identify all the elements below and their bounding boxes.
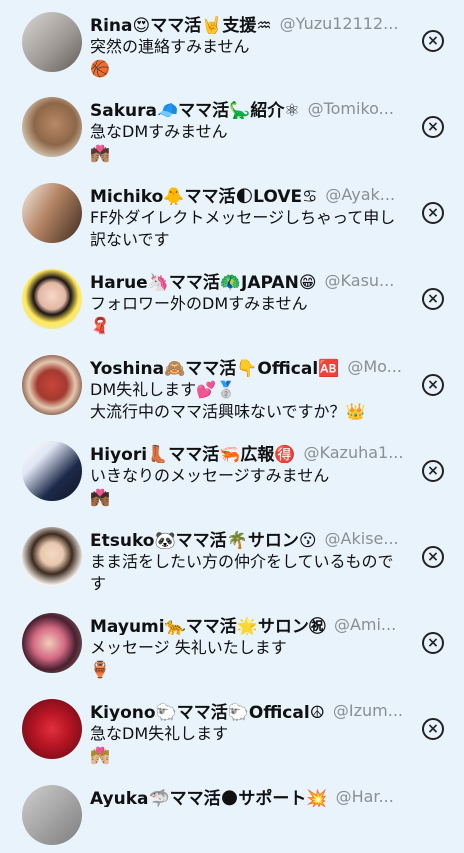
close-icon[interactable]: × (422, 202, 444, 224)
avatar[interactable] (22, 613, 82, 673)
header-line: Mayumi🐆ママ活🌟サロン㊗ @Ami... (90, 613, 408, 636)
close-icon[interactable]: × (422, 718, 444, 740)
close-icon[interactable]: × (422, 288, 444, 310)
message-extra: 🏺 (90, 660, 110, 679)
display-name: Kiyono🐑ママ活🐑Offical☮ (90, 702, 325, 722)
list-item[interactable]: Rina😍ママ活🤘支援♒ @Yuzu12112... 突然の連絡すみません 🏀 … (0, 0, 464, 85)
username-handle: @Izum... (332, 700, 404, 720)
avatar[interactable] (22, 355, 82, 415)
username-handle: @Yuzu12112... (279, 13, 399, 33)
avatar[interactable] (22, 269, 82, 329)
message-preview: 急なDMすみません (90, 122, 228, 141)
display-name: Rina😍ママ活🤘支援♒ (90, 15, 272, 35)
message-content: Kiyono🐑ママ活🐑Offical☮ @Izum... 急なDM失礼します 💏… (90, 699, 408, 767)
message-content: Rina😍ママ活🤘支援♒ @Yuzu12112... 突然の連絡すみません 🏀 (90, 12, 408, 80)
close-icon[interactable]: × (422, 30, 444, 52)
message-content: Ayuka🦈ママ活🌑サポート💥 @Har... (90, 785, 408, 808)
avatar[interactable] (22, 12, 82, 72)
close-icon[interactable]: × (422, 546, 444, 568)
message-preview: まま活をしたい方の仲介をしているものです (90, 552, 394, 593)
list-item[interactable]: Michiko🐥ママ活🌓LOVE♋ @Ayak... FF外ダイレクトメッセージ… (0, 171, 464, 257)
message-extra: 🧣 (90, 316, 110, 335)
list-item[interactable]: Hiyori👢ママ活🦐広報🉐 @Kazuha1... いきなりのメッセージすみま… (0, 429, 464, 515)
display-name: Etsuko🐼ママ活🌴サロン😗 (90, 530, 317, 550)
list-item[interactable]: Sakura🧢ママ活🦕紹介⚛ @Tomiko... 急なDMすみません 💏🏽 × (0, 85, 464, 171)
dm-request-list: Rina😍ママ活🤘支援♒ @Yuzu12112... 突然の連絡すみません 🏀 … (0, 0, 464, 853)
display-name: Michiko🐥ママ活🌓LOVE♋ (90, 186, 318, 206)
username-handle: @Akise... (324, 528, 399, 548)
close-icon[interactable]: × (422, 116, 444, 138)
header-line: Harue🦄ママ活🦚JAPAN😁 @Kasu... (90, 269, 408, 292)
avatar[interactable] (22, 785, 82, 845)
message-preview: メッセージ 失礼いたします (90, 638, 287, 657)
username-handle: @Ayak... (325, 184, 396, 204)
list-item[interactable]: Kiyono🐑ママ活🐑Offical☮ @Izum... 急なDM失礼します 💏… (0, 687, 464, 773)
avatar[interactable] (22, 183, 82, 243)
message-preview: FF外ダイレクトメッセージしちゃって申し訳ないです (90, 208, 396, 249)
message-preview: いきなりのメッセージすみません (90, 466, 330, 485)
list-item[interactable]: Mayumi🐆ママ活🌟サロン㊗ @Ami... メッセージ 失礼いたします 🏺 … (0, 601, 464, 687)
header-line: Yoshina🙈ママ活👇Offical🆎 @Mo... (90, 355, 408, 378)
message-content: Yoshina🙈ママ活👇Offical🆎 @Mo... DM失礼します💕🥈 大流… (90, 355, 408, 423)
header-line: Etsuko🐼ママ活🌴サロン😗 @Akise... (90, 527, 408, 550)
message-extra: 💏🏽 (90, 144, 110, 163)
display-name: Sakura🧢ママ活🦕紹介⚛ (90, 100, 300, 120)
display-name: Yoshina🙈ママ活👇Offical🆎 (90, 358, 340, 378)
message-preview: フォロワー外のDMすみません (90, 294, 308, 313)
close-icon[interactable]: × (422, 460, 444, 482)
display-name: Harue🦄ママ活🦚JAPAN😁 (90, 272, 317, 292)
username-handle: @Kasu... (324, 270, 395, 290)
message-preview: 急なDM失礼します (90, 724, 229, 743)
message-content: Mayumi🐆ママ活🌟サロン㊗ @Ami... メッセージ 失礼いたします 🏺 (90, 613, 408, 681)
avatar[interactable] (22, 527, 82, 587)
username-handle: @Tomiko... (307, 98, 394, 118)
list-item[interactable]: Ayuka🦈ママ活🌑サポート💥 @Har... (0, 773, 464, 853)
username-handle: @Mo... (347, 356, 402, 376)
header-line: Sakura🧢ママ活🦕紹介⚛ @Tomiko... (90, 97, 408, 120)
display-name: Mayumi🐆ママ活🌟サロン㊗ (90, 616, 326, 636)
username-handle: @Kazuha1... (303, 442, 404, 462)
avatar[interactable] (22, 441, 82, 501)
message-content: Sakura🧢ママ活🦕紹介⚛ @Tomiko... 急なDMすみません 💏🏽 (90, 97, 408, 165)
message-extra: 💏🏼 (90, 746, 110, 765)
avatar[interactable] (22, 97, 82, 157)
list-item[interactable]: Etsuko🐼ママ活🌴サロン😗 @Akise... まま活をしたい方の仲介をして… (0, 515, 464, 601)
message-preview: DM失礼します💕🥈 (90, 380, 236, 399)
header-line: Hiyori👢ママ活🦐広報🉐 @Kazuha1... (90, 441, 408, 464)
message-extra: 大流行中のママ活興味ないですか？👑 (90, 402, 366, 421)
message-content: Harue🦄ママ活🦚JAPAN😁 @Kasu... フォロワー外のDMすみません… (90, 269, 408, 337)
display-name: Ayuka🦈ママ活🌑サポート💥 (90, 788, 328, 808)
close-icon[interactable]: × (422, 632, 444, 654)
header-line: Ayuka🦈ママ活🌑サポート💥 @Har... (90, 785, 408, 808)
username-handle: @Har... (335, 786, 394, 806)
message-extra: 💏🏾 (90, 488, 110, 507)
avatar[interactable] (22, 699, 82, 759)
message-content: Etsuko🐼ママ活🌴サロン😗 @Akise... まま活をしたい方の仲介をして… (90, 527, 408, 595)
close-icon[interactable]: × (422, 374, 444, 396)
header-line: Michiko🐥ママ活🌓LOVE♋ @Ayak... (90, 183, 408, 206)
header-line: Kiyono🐑ママ活🐑Offical☮ @Izum... (90, 699, 408, 722)
message-content: Hiyori👢ママ活🦐広報🉐 @Kazuha1... いきなりのメッセージすみま… (90, 441, 408, 509)
message-preview: 突然の連絡すみません (90, 37, 250, 56)
message-extra: 🏀 (90, 59, 110, 78)
display-name: Hiyori👢ママ活🦐広報🉐 (90, 444, 296, 464)
list-item[interactable]: Yoshina🙈ママ活👇Offical🆎 @Mo... DM失礼します💕🥈 大流… (0, 343, 464, 429)
message-content: Michiko🐥ママ活🌓LOVE♋ @Ayak... FF外ダイレクトメッセージ… (90, 183, 408, 251)
username-handle: @Ami... (333, 614, 397, 634)
list-item[interactable]: Harue🦄ママ活🦚JAPAN😁 @Kasu... フォロワー外のDMすみません… (0, 257, 464, 343)
header-line: Rina😍ママ活🤘支援♒ @Yuzu12112... (90, 12, 408, 35)
